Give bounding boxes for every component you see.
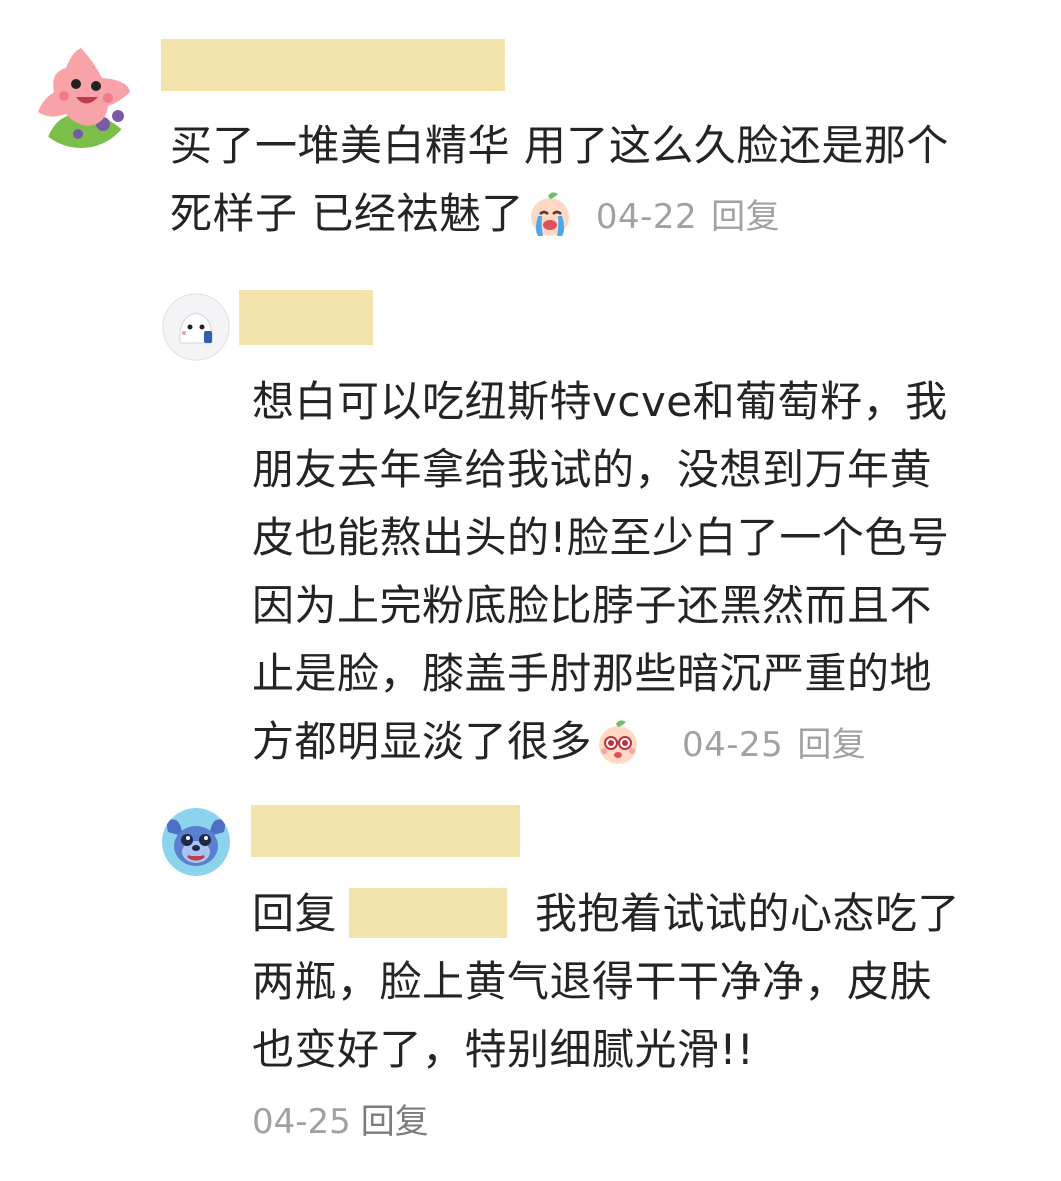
comment-1-date: 04-22 — [595, 197, 698, 237]
comment-3-meta: 04-25 回复 — [252, 1094, 429, 1143]
comment-line: 止是脸，膝盖手肘那些暗沉严重的地 — [252, 649, 933, 698]
comment-line-text: 我抱着试试的心态吃了 — [535, 889, 961, 938]
comment-line: 朋友去年拿给我试的，没想到万年黄 — [252, 445, 933, 494]
comment-3-reply-button[interactable]: 回复 — [361, 1102, 429, 1142]
comment-2-username-redacted[interactable] — [239, 290, 373, 345]
comment-3-avatar[interactable] — [162, 808, 230, 876]
comment-2-body: 想白可以吃纽斯特vcve和葡萄籽，我 朋友去年拿给我试的，没想到万年黄 皮也能熬… — [252, 368, 949, 779]
comment-line: 回复 我抱着试试的心态吃了 — [252, 880, 960, 948]
comment-1-username-redacted[interactable] — [161, 39, 505, 91]
comment-line: 皮也能熬出头的!脸至少白了一个色号 — [252, 513, 950, 562]
comment-line: 方都明显淡了很多 04-25 回复 — [252, 708, 949, 779]
comment-line: 两瓶，脸上黄气退得干干净净，皮肤 — [252, 957, 933, 1006]
comment-3-date: 04-25 — [252, 1102, 351, 1142]
comment-1-body: 买了一堆美白精华 用了这么久脸还是那个 死样子 已经祛魅了 04-22 回复 — [170, 112, 949, 251]
comment-3-body: 回复 我抱着试试的心态吃了 两瓶，脸上黄气退得干干净净，皮肤 也变好了，特别细腻光… — [252, 880, 960, 1084]
comment-1-reply-button[interactable]: 回复 — [711, 197, 780, 237]
comment-line: 也变好了，特别细腻光滑!! — [252, 1025, 755, 1074]
comment-line-text: 死样子 已经祛魅了 — [170, 189, 524, 238]
comment-1-avatar[interactable] — [28, 42, 134, 148]
comment-2-date: 04-25 — [682, 725, 784, 765]
comment-line: 死样子 已经祛魅了 04-22 回复 — [170, 180, 949, 251]
reply-prefix: 回复 — [252, 889, 338, 938]
crying-peach-emoji-icon — [530, 192, 569, 236]
cartoon-ghost-avatar-icon — [162, 293, 230, 361]
comment-3-username-redacted[interactable] — [251, 805, 520, 857]
comment-line: 因为上完粉底脸比脖子还黑然而且不 — [252, 581, 933, 630]
comment-line-text: 方都明显淡了很多 — [252, 717, 593, 766]
reply-target-username-redacted[interactable] — [349, 888, 508, 938]
comment-2-avatar[interactable] — [162, 293, 230, 361]
comment-line: 买了一堆美白精华 用了这么久脸还是那个 — [170, 121, 949, 170]
pink-starfish-avatar-icon — [28, 42, 134, 148]
comment-line: 想白可以吃纽斯特vcve和葡萄籽，我 — [252, 377, 948, 426]
comment-2-reply-button[interactable]: 回复 — [797, 725, 866, 765]
starry-eyed-peach-emoji-icon — [599, 720, 638, 764]
stitch-avatar-icon — [162, 808, 230, 876]
